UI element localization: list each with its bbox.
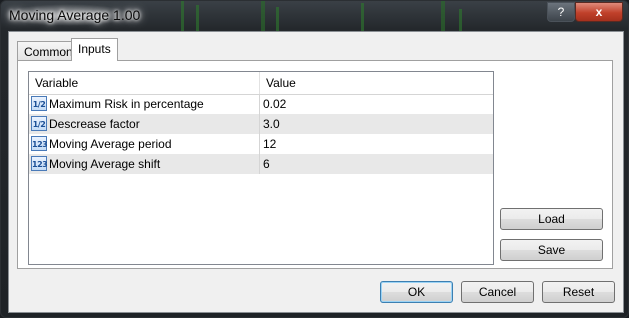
load-button[interactable]: Load <box>500 208 603 230</box>
variable-name: Descrease factor <box>49 117 140 131</box>
save-button[interactable]: Save <box>500 239 603 261</box>
value-cell[interactable]: 3.0 <box>260 114 493 134</box>
value-cell[interactable]: 0.02 <box>260 94 493 114</box>
fraction-icon: 1/2 <box>31 96 47 111</box>
table-row[interactable]: 123 Moving Average shift 6 <box>29 154 493 174</box>
inputs-panel: Variable Value 1/2 Maximum Risk in perce… <box>17 60 613 269</box>
close-button[interactable]: x <box>575 2 623 22</box>
inputs-grid: Variable Value 1/2 Maximum Risk in perce… <box>28 71 494 265</box>
column-header-variable[interactable]: Variable <box>29 72 260 94</box>
variable-cell: 1/2 Maximum Risk in percentage <box>29 94 260 114</box>
title-bar[interactable]: Moving Average 1.00 ? x <box>1 1 628 31</box>
value-cell[interactable]: 12 <box>260 134 493 154</box>
variable-name: Moving Average period <box>49 137 172 151</box>
fraction-icon: 1/2 <box>31 116 47 131</box>
variable-cell: 123 Moving Average period <box>29 134 260 154</box>
grid-header: Variable Value <box>29 72 493 95</box>
column-header-value[interactable]: Value <box>260 72 493 94</box>
ok-button[interactable]: OK <box>380 281 453 303</box>
variable-name: Moving Average shift <box>49 157 161 171</box>
value-cell[interactable]: 6 <box>260 154 493 174</box>
table-row[interactable]: 1/2 Descrease factor 3.0 <box>29 114 493 134</box>
variable-cell: 123 Moving Average shift <box>29 154 260 174</box>
variable-name: Maximum Risk in percentage <box>49 97 204 111</box>
table-row[interactable]: 123 Moving Average period 12 <box>29 134 493 154</box>
variable-cell: 1/2 Descrease factor <box>29 114 260 134</box>
dialog-client-area: Common Inputs Variable Value 1/2 Maximum… <box>8 31 624 313</box>
help-button[interactable]: ? <box>547 2 575 22</box>
integer-icon: 123 <box>31 136 48 151</box>
cancel-button[interactable]: Cancel <box>461 281 534 303</box>
window-title: Moving Average 1.00 <box>9 7 141 23</box>
background-chart <box>141 1 541 31</box>
tab-inputs[interactable]: Inputs <box>71 38 118 61</box>
reset-button[interactable]: Reset <box>542 281 615 303</box>
dialog-window: Moving Average 1.00 ? x Common Inputs Va… <box>0 0 629 318</box>
integer-icon: 123 <box>31 156 48 171</box>
table-row[interactable]: 1/2 Maximum Risk in percentage 0.02 <box>29 94 493 114</box>
